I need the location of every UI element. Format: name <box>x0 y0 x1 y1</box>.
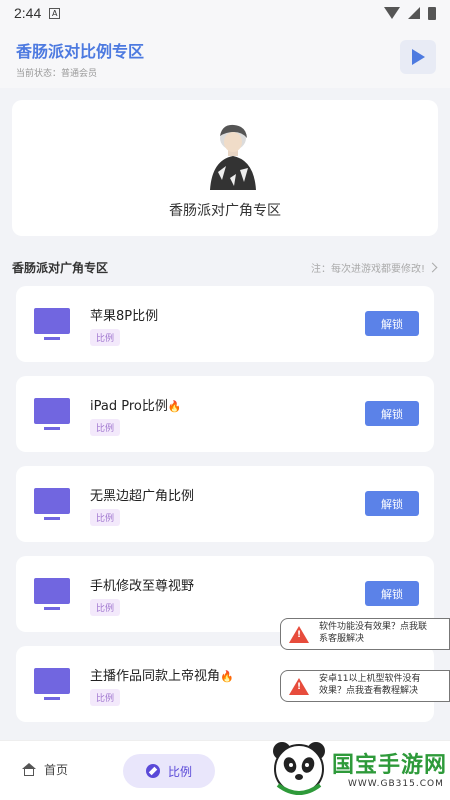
fire-icon: 🔥 <box>220 670 234 683</box>
monitor-icon <box>34 668 70 702</box>
nav-home[interactable]: 首页 <box>22 761 68 778</box>
app-header: 香肠派对比例专区 当前状态：普通会员 <box>0 26 450 88</box>
monitor-icon <box>34 488 70 522</box>
item-tag: 比例 <box>90 689 121 706</box>
list-item: 无黑边超广角比例 比例 解锁 <box>16 466 434 542</box>
panda-logo-icon <box>273 742 325 795</box>
help-toast[interactable]: ! 软件功能没有效果？点我联 系客服解决 <box>280 618 450 650</box>
wifi-icon <box>384 7 400 19</box>
chevron-right-icon[interactable] <box>427 262 438 272</box>
monitor-icon <box>34 398 70 432</box>
unlock-button[interactable]: 解锁 <box>365 401 419 426</box>
warning-icon: ! <box>289 625 309 643</box>
unlock-button[interactable]: 解锁 <box>365 311 419 336</box>
home-icon <box>22 763 36 776</box>
watermark-text: 国宝手游网 <box>332 753 448 778</box>
item-title: 主播作品同款上帝视角🔥 <box>90 669 234 684</box>
nav-home-label: 首页 <box>44 763 69 777</box>
item-title: 手机修改至尊视野 <box>90 579 195 594</box>
item-title: 无黑边超广角比例 <box>90 489 195 504</box>
item-tag: 比例 <box>90 599 121 616</box>
nav-ratio[interactable]: 比例 <box>123 754 215 788</box>
tutorial-toast[interactable]: ! 安卓11以上机型软件没有 效果？点我查看教程解决 <box>280 670 450 702</box>
monitor-icon <box>34 578 70 612</box>
status-bar: 2:44 A <box>0 0 450 26</box>
battery-icon <box>428 6 436 20</box>
item-title: 苹果8P比例 <box>90 309 159 324</box>
compass-icon <box>145 764 160 778</box>
item-tag: 比例 <box>90 419 121 436</box>
unlock-button[interactable]: 解锁 <box>365 491 419 516</box>
signal-icon <box>408 7 420 19</box>
unlock-button[interactable]: 解锁 <box>365 581 419 606</box>
item-tag: 比例 <box>90 329 121 346</box>
warning-icon: ! <box>289 677 309 695</box>
toast-text: 软件功能没有效果？点我联 系客服解决 <box>319 622 428 644</box>
section-title: 香肠派对广角专区 <box>12 260 109 275</box>
list-item: iPad Pro比例🔥 比例 解锁 <box>16 376 434 452</box>
status-time: 2:44 <box>14 5 42 21</box>
watermark-url: WWW.GB315.COM <box>348 779 444 789</box>
page-title: 香肠派对比例专区 <box>16 42 145 61</box>
item-tag: 比例 <box>90 509 121 526</box>
hero-title: 香肠派对广角专区 <box>169 203 281 219</box>
hero-card: 香肠派对广角专区 <box>12 100 438 236</box>
notification-icon: A <box>49 7 61 19</box>
watermark: 国宝手游网 WWW.GB315.COM <box>268 735 450 800</box>
toast-text: 安卓11以上机型软件没有 效果？点我查看教程解决 <box>319 674 421 696</box>
fire-icon: 🔥 <box>167 400 182 413</box>
section-note[interactable]: 注：每次进游戏都要修改! <box>311 260 425 275</box>
avatar <box>210 124 256 190</box>
list-item: 苹果8P比例 比例 解锁 <box>16 286 434 362</box>
membership-status: 当前状态：普通会员 <box>16 69 98 79</box>
play-icon <box>411 49 425 65</box>
nav-ratio-label: 比例 <box>167 764 192 779</box>
section-header: 香肠派对广角专区 注：每次进游戏都要修改! <box>12 257 438 277</box>
play-button[interactable] <box>400 40 436 74</box>
item-title: iPad Pro比例🔥 <box>90 399 182 414</box>
monitor-icon <box>34 308 70 342</box>
